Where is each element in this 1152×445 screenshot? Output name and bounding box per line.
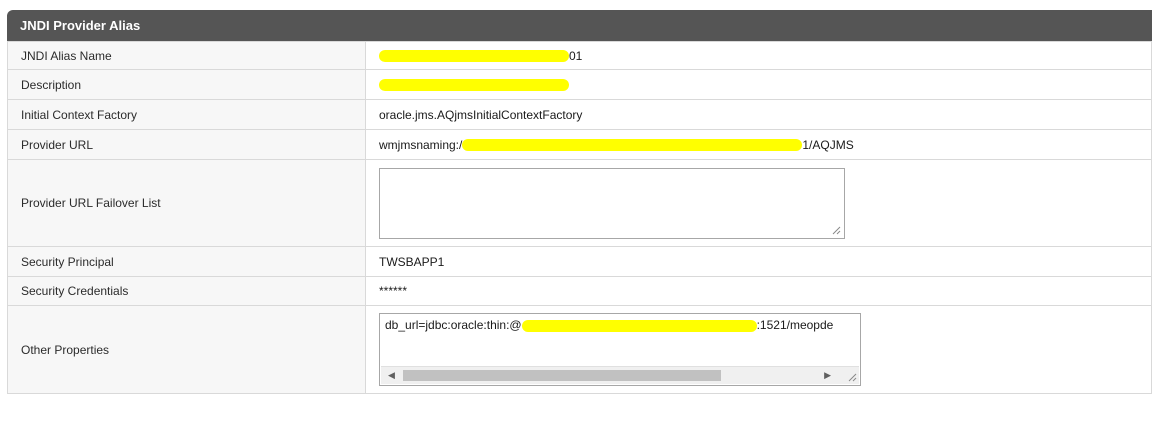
- scroll-left-arrow-icon[interactable]: ◀: [388, 370, 395, 381]
- table-row: Initial Context Factory oracle.jms.AQjms…: [7, 99, 1152, 130]
- provider-url-value: wmjmsnaming:/ 1/AQJMS: [365, 129, 1152, 160]
- security-principal-label: Security Principal: [7, 246, 366, 277]
- resize-grip-icon[interactable]: [848, 373, 857, 382]
- other-properties-cell: db_url=jdbc:oracle:thin:@ :1521/meopde ◀ …: [365, 305, 1152, 394]
- horizontal-scrollbar[interactable]: ◀ ▶: [381, 366, 859, 384]
- description-label: Description: [7, 69, 366, 100]
- description-value: [365, 69, 1152, 100]
- other-properties-prefix: db_url=jdbc:oracle:thin:@: [385, 318, 522, 332]
- security-principal-value: TWSBAPP1: [365, 246, 1152, 277]
- redaction-mark: [379, 50, 569, 63]
- failover-list-label: Provider URL Failover List: [7, 159, 366, 247]
- failover-list-cell: [365, 159, 1152, 247]
- table-row: Security Credentials ******: [7, 276, 1152, 306]
- alias-name-label: JNDI Alias Name: [7, 41, 366, 70]
- other-properties-text: db_url=jdbc:oracle:thin:@ :1521/meopde: [385, 318, 833, 332]
- other-properties-textarea[interactable]: db_url=jdbc:oracle:thin:@ :1521/meopde ◀ …: [379, 313, 861, 386]
- initial-context-factory-value: oracle.jms.AQjmsInitialContextFactory: [365, 99, 1152, 130]
- table-row: Other Properties db_url=jdbc:oracle:thin…: [7, 305, 1152, 394]
- table-row: Provider URL Failover List: [7, 159, 1152, 247]
- scroll-right-arrow-icon[interactable]: ▶: [824, 370, 831, 381]
- provider-url-prefix: wmjmsnaming:/: [379, 137, 463, 152]
- resize-grip-icon[interactable]: [832, 226, 841, 235]
- redaction-mark: [521, 319, 757, 332]
- failover-list-textarea[interactable]: [379, 167, 845, 239]
- security-credentials-label: Security Credentials: [7, 276, 366, 306]
- provider-url-label: Provider URL: [7, 129, 366, 160]
- other-properties-label: Other Properties: [7, 305, 366, 394]
- table-row: JNDI Alias Name 01: [7, 41, 1152, 70]
- properties-table: JNDI Alias Name 01 Description Initial C…: [7, 41, 1152, 394]
- redaction-mark: [462, 139, 803, 152]
- table-row: Provider URL wmjmsnaming:/ 1/AQJMS: [7, 129, 1152, 160]
- provider-url-suffix: 1/AQJMS: [802, 137, 854, 152]
- other-properties-suffix: :1521/meopde: [756, 318, 834, 332]
- security-credentials-value: ******: [365, 276, 1152, 306]
- jndi-provider-alias-panel: JNDI Provider Alias JNDI Alias Name 01 D…: [7, 10, 1152, 394]
- scrollbar-thumb[interactable]: [403, 370, 721, 381]
- initial-context-factory-label: Initial Context Factory: [7, 99, 366, 130]
- table-row: Description: [7, 69, 1152, 100]
- section-header: JNDI Provider Alias: [7, 10, 1152, 41]
- alias-name-suffix: 01: [569, 48, 583, 63]
- redaction-mark: [379, 79, 569, 92]
- table-row: Security Principal TWSBAPP1: [7, 246, 1152, 277]
- alias-name-value: 01: [365, 41, 1152, 70]
